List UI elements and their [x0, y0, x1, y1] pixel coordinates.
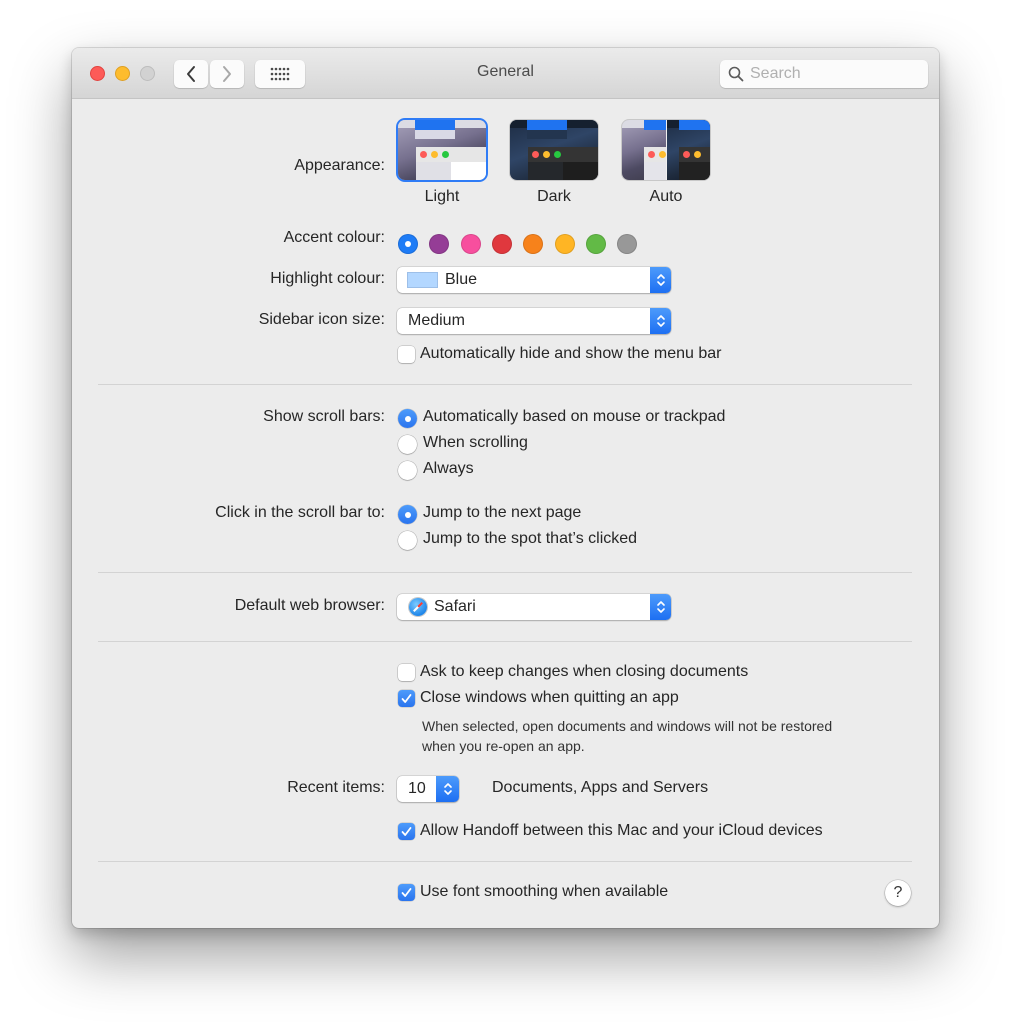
- ask-keep-changes-checkbox[interactable]: [398, 664, 415, 681]
- scroll-bars-when-scrolling-label: When scrolling: [423, 434, 528, 451]
- help-text-line-1: When selected, open documents and window…: [422, 718, 833, 734]
- popup-arrows-icon: [650, 267, 671, 293]
- sidebar-icon-size-value: Medium: [408, 312, 465, 329]
- appearance-option-light[interactable]: Light: [396, 120, 488, 206]
- accent-colour-green[interactable]: [585, 234, 606, 254]
- popup-arrows-icon: [436, 776, 459, 802]
- appearance-option-dark[interactable]: Dark: [508, 120, 600, 206]
- safari-icon: [409, 598, 427, 616]
- search-input[interactable]: [750, 65, 920, 83]
- accent-colour-purple[interactable]: [429, 234, 450, 254]
- appearance-light-label: Light: [424, 188, 460, 205]
- search-field[interactable]: [720, 60, 928, 88]
- separator: [98, 384, 912, 385]
- close-windows-help-text: When selected, open documents and window…: [422, 716, 832, 756]
- light-appearance-thumbnail: [398, 120, 486, 180]
- help-button[interactable]: ?: [885, 880, 911, 906]
- click-spot-radio[interactable]: [398, 531, 417, 550]
- sidebar-icon-size-label: Sidebar icon size:: [258, 311, 385, 328]
- ask-keep-changes-label: Ask to keep changes when closing documen…: [420, 663, 749, 680]
- accent-colour-blue[interactable]: [398, 234, 418, 254]
- appearance-label: Appearance:: [294, 157, 385, 174]
- auto-appearance-thumbnail: [622, 120, 710, 180]
- scroll-bars-always-radio[interactable]: [398, 461, 417, 480]
- click-next-page-label: Jump to the next page: [423, 504, 582, 521]
- scroll-bars-automatic-radio[interactable]: [398, 409, 417, 428]
- show-scroll-bars-label: Show scroll bars:: [263, 408, 385, 425]
- separator: [98, 861, 912, 862]
- handoff-label: Allow Handoff between this Mac and your …: [420, 822, 823, 839]
- recent-items-label: Recent items:: [287, 779, 385, 796]
- default-browser-label: Default web browser:: [234, 597, 385, 614]
- system-preferences-window: General Appearance: Light: [72, 48, 939, 928]
- font-smoothing-label: Use font smoothing when available: [420, 883, 669, 900]
- popup-arrows-icon: [650, 594, 671, 620]
- popup-arrows-icon: [650, 308, 671, 334]
- search-icon: [728, 66, 744, 82]
- click-scroll-bar-label: Click in the scroll bar to:: [215, 504, 385, 521]
- recent-items-suffix: Documents, Apps and Servers: [492, 779, 709, 796]
- highlight-colour-swatch: [407, 272, 438, 288]
- click-spot-label: Jump to the spot that’s clicked: [423, 530, 638, 547]
- appearance-dark-label: Dark: [537, 188, 571, 205]
- highlight-colour-label: Highlight colour:: [270, 270, 385, 287]
- recent-items-value: 10: [408, 780, 426, 797]
- dark-appearance-thumbnail: [510, 120, 598, 180]
- default-browser-value: Safari: [434, 598, 476, 615]
- click-next-page-radio[interactable]: [398, 505, 417, 524]
- scroll-bars-always-label: Always: [423, 460, 474, 477]
- accent-colour-orange[interactable]: [523, 234, 544, 254]
- accent-colour-red[interactable]: [491, 234, 512, 254]
- help-text-line-2: when you re-open an app.: [422, 738, 585, 754]
- close-windows-label: Close windows when quitting an app: [420, 689, 679, 706]
- accent-colour-label: Accent colour:: [283, 229, 385, 246]
- accent-colour-graphite[interactable]: [617, 234, 638, 254]
- handoff-checkbox[interactable]: [398, 823, 415, 840]
- general-preferences-content: Appearance: Light Dark Auto Accent colou…: [72, 99, 939, 928]
- checkmark-icon: [401, 694, 412, 703]
- recent-items-popup[interactable]: 10: [397, 776, 459, 802]
- sidebar-icon-size-popup[interactable]: Medium: [397, 308, 671, 334]
- scroll-bars-when-scrolling-radio[interactable]: [398, 435, 417, 454]
- title-bar: General: [72, 48, 939, 99]
- accent-colour-pink[interactable]: [460, 234, 481, 254]
- checkmark-icon: [401, 888, 412, 897]
- scroll-bars-automatic-label: Automatically based on mouse or trackpad: [423, 408, 726, 425]
- highlight-colour-value: Blue: [445, 271, 478, 288]
- auto-hide-menu-bar-checkbox[interactable]: [398, 346, 415, 363]
- close-windows-checkbox[interactable]: [398, 690, 415, 707]
- appearance-auto-label: Auto: [649, 188, 683, 205]
- separator: [98, 641, 912, 642]
- accent-colour-yellow[interactable]: [554, 234, 575, 254]
- auto-hide-menu-bar-label: Automatically hide and show the menu bar: [420, 345, 722, 362]
- default-browser-popup[interactable]: Safari: [397, 594, 671, 620]
- highlight-colour-popup[interactable]: Blue: [397, 267, 671, 293]
- separator: [98, 572, 912, 573]
- checkmark-icon: [401, 827, 412, 836]
- font-smoothing-checkbox[interactable]: [398, 884, 415, 901]
- appearance-option-auto[interactable]: Auto: [620, 120, 712, 206]
